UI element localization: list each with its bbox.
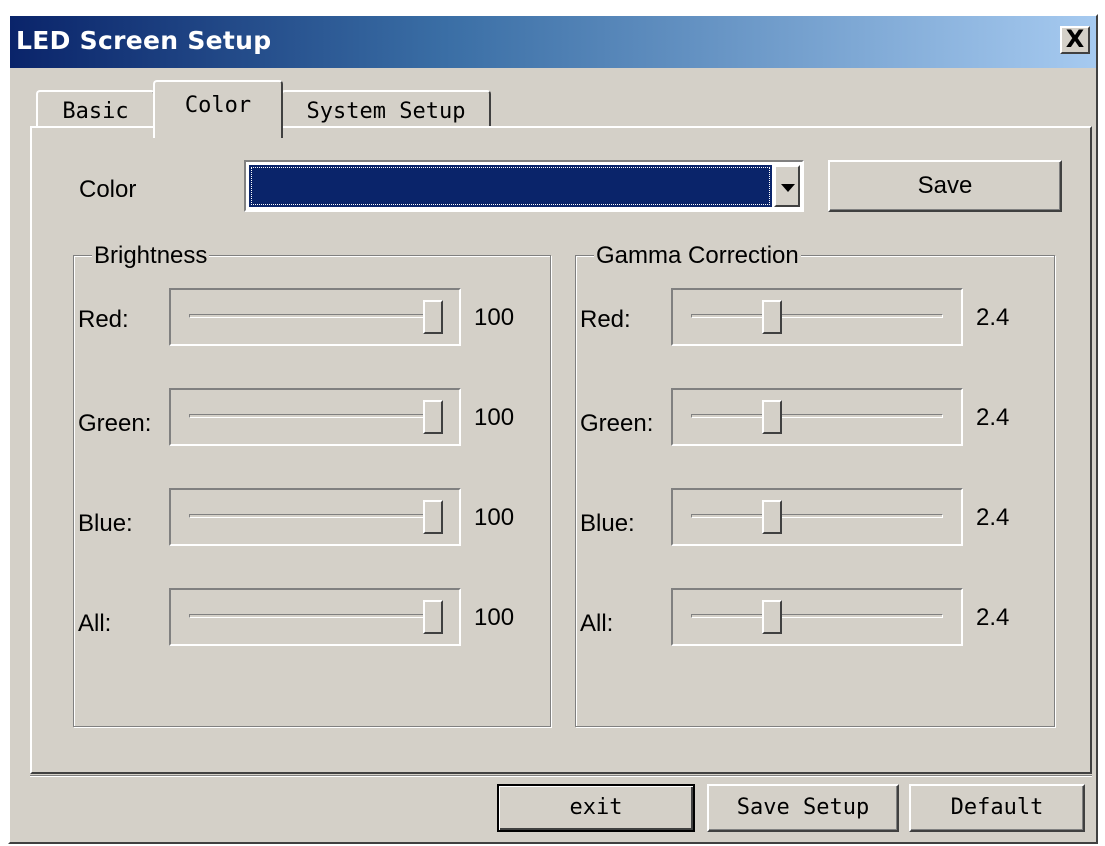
gamma-correction-group: Gamma Correction Red: 2.4 Green: 2.4 Blue: 2.… <box>575 242 1055 727</box>
gamma-value: 2.4 <box>976 304 1010 331</box>
close-button[interactable]: X <box>1060 26 1090 54</box>
slider-track <box>189 614 441 618</box>
brightness-slider[interactable] <box>169 488 461 546</box>
gamma-legend: Gamma Correction <box>594 242 801 270</box>
title-bar[interactable]: LED Screen Setup X <box>10 16 1096 68</box>
slider-thumb[interactable] <box>423 400 443 434</box>
slider-track <box>691 314 943 318</box>
gamma-slider[interactable] <box>671 488 963 546</box>
slider-thumb[interactable] <box>423 300 443 334</box>
gamma-slider[interactable] <box>671 588 963 646</box>
brightness-row-label: All: <box>78 610 112 637</box>
color-label: Color <box>79 176 137 203</box>
brightness-row-label: Blue: <box>78 510 133 537</box>
slider-track <box>189 414 441 418</box>
brightness-value: 100 <box>474 304 515 331</box>
slider-track <box>691 414 943 418</box>
gamma-row-label: All: <box>580 610 614 637</box>
slider-thumb[interactable] <box>761 400 782 434</box>
gamma-slider[interactable] <box>671 288 963 346</box>
gamma-value: 2.4 <box>976 504 1010 531</box>
chevron-down-icon <box>781 184 795 192</box>
gamma-value: 2.4 <box>976 404 1010 431</box>
brightness-legend: Brightness <box>92 242 210 270</box>
brightness-value: 100 <box>474 604 515 631</box>
gamma-value: 2.4 <box>976 604 1010 631</box>
dropdown-button[interactable] <box>774 165 800 207</box>
slider-thumb[interactable] <box>761 500 782 534</box>
exit-button[interactable]: exit <box>497 784 695 832</box>
save-color-button[interactable]: Save <box>828 160 1062 212</box>
slider-thumb[interactable] <box>423 600 443 634</box>
color-swatch <box>249 165 772 207</box>
color-dropdown[interactable] <box>244 160 804 212</box>
slider-track <box>189 314 441 318</box>
slider-thumb[interactable] <box>761 300 782 334</box>
brightness-value: 100 <box>474 404 515 431</box>
window-title: LED Screen Setup <box>16 26 272 55</box>
slider-track <box>691 514 943 518</box>
default-button[interactable]: Default <box>909 784 1085 832</box>
brightness-group: Brightness Red: 100 Green: 100 Blue: 100 All: 1… <box>73 242 551 727</box>
close-icon: X <box>1065 25 1085 53</box>
tab-color[interactable]: Color <box>153 80 283 138</box>
gamma-row-label: Green: <box>580 410 654 437</box>
brightness-slider[interactable] <box>169 588 461 646</box>
gamma-row-label: Blue: <box>580 510 635 537</box>
gamma-slider[interactable] <box>671 388 963 446</box>
brightness-slider[interactable] <box>169 388 461 446</box>
led-screen-setup-dialog: LED Screen Setup X Basic Color System Se… <box>8 14 1098 844</box>
gamma-row-label: Red: <box>580 306 631 333</box>
slider-track <box>189 514 441 518</box>
slider-thumb[interactable] <box>423 500 443 534</box>
save-setup-button[interactable]: Save Setup <box>707 784 899 832</box>
brightness-row-label: Red: <box>78 306 129 333</box>
brightness-row-label: Green: <box>78 410 152 437</box>
brightness-slider[interactable] <box>169 288 461 346</box>
slider-track <box>691 614 943 618</box>
slider-thumb[interactable] <box>761 600 782 634</box>
brightness-value: 100 <box>474 504 515 531</box>
color-tab-panel: Color Save Brightness Red: 100 Green: 100 Bl… <box>30 126 1092 774</box>
separator <box>30 775 1092 777</box>
